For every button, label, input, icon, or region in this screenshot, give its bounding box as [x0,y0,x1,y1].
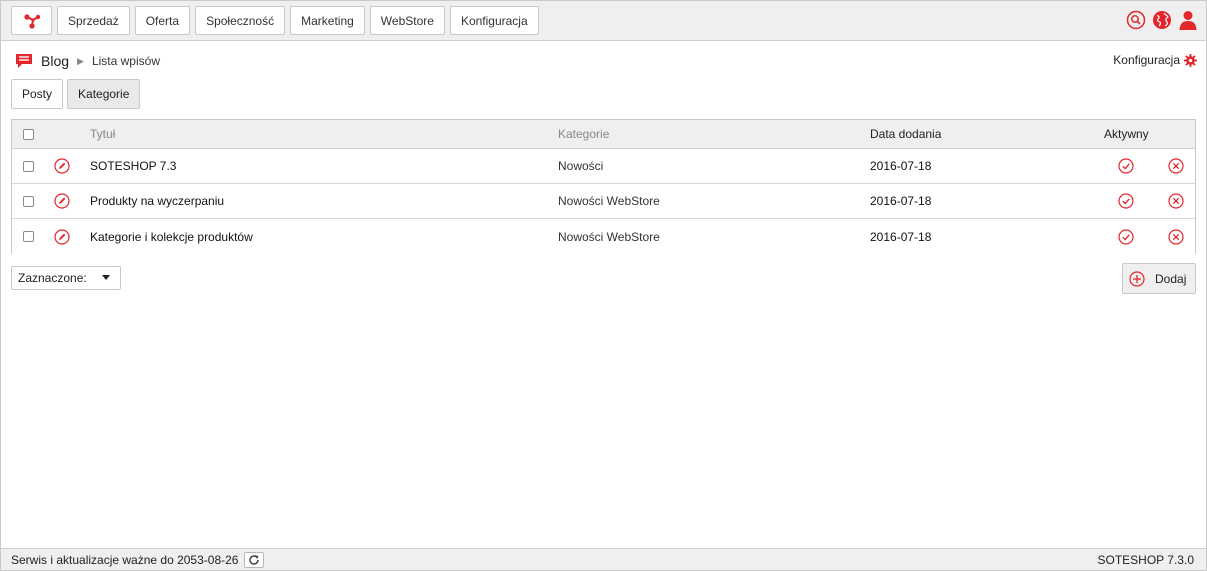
tab-kategorie[interactable]: Kategorie [67,79,141,109]
row-category: Nowości [558,159,604,173]
posts-table: Tytuł Kategorie Data dodania Aktywny SOT… [11,119,1196,254]
active-check-icon[interactable] [1118,184,1134,218]
row-checkbox[interactable] [23,231,34,242]
gear-icon [1184,53,1197,67]
view-tabs: Posty Kategorie [11,79,141,109]
app-frame [0,0,1207,571]
edit-icon[interactable] [54,184,70,218]
table-header: Tytuł Kategorie Data dodania Aktywny [12,120,1195,149]
version-label: SOTESHOP 7.3.0 [1097,553,1195,567]
row-date: 2016-07-18 [870,229,932,244]
caret-down-icon [102,275,110,280]
breadcrumb-separator-icon: ▶ [77,55,84,66]
row-title[interactable]: SOTESHOP 7.3 [90,149,176,183]
service-validity-text: Serwis i aktualizacje ważne do 2053-08-2… [11,553,239,567]
breadcrumb-blog-link[interactable]: Blog [41,53,69,69]
row-category: Nowości WebStore [558,229,660,244]
status-footer: Serwis i aktualizacje ważne do 2053-08-2… [1,548,1206,570]
tab-posty[interactable]: Posty [11,79,64,109]
config-link-label: Konfiguracja [1113,53,1180,67]
row-title[interactable]: Produkty na wyczerpaniu [90,184,224,218]
nav-item-spo-eczno-[interactable]: Społeczność [195,6,286,35]
table-row: Produkty na wyczerpaniu Nowości WebStore 2… [12,184,1195,219]
bulk-action-select-value: Zaznaczone: [18,271,87,285]
delete-icon[interactable] [1168,184,1184,218]
select-all-checkbox[interactable] [23,128,34,140]
breadcrumb-current: Lista wpisów [91,54,160,68]
table-row: SOTESHOP 7.3 Nowości 2016-07-18 [12,149,1195,184]
row-title[interactable]: Kategorie i kolekcje produktów [90,219,253,254]
refresh-icon [249,555,260,565]
blog-icon [16,54,32,68]
row-checkbox[interactable] [23,160,34,172]
breadcrumb: Blog ▶ Lista wpisów [15,52,160,70]
active-check-icon[interactable] [1118,149,1134,183]
home-logo-button[interactable] [11,6,52,35]
column-header-active: Aktywny [1104,127,1149,141]
nav-item-konfiguracja[interactable]: Konfiguracja [449,6,539,35]
nav-item-webstore[interactable]: WebStore [369,6,445,35]
delete-icon[interactable] [1168,219,1184,254]
row-date: 2016-07-18 [870,159,932,173]
top-right-icons [1126,10,1198,30]
nav-item-sprzeda-[interactable]: Sprzedaż [57,6,130,35]
nav-item-oferta[interactable]: Oferta [134,6,191,35]
table-row: Kategorie i kolekcje produktów Nowości We… [12,219,1195,254]
refresh-button[interactable] [244,552,265,568]
delete-icon[interactable] [1168,149,1184,183]
add-post-button[interactable]: Dodaj [1122,263,1196,294]
config-link[interactable]: Konfiguracja [1113,53,1197,67]
column-header-date[interactable]: Data dodania [870,120,941,148]
edit-icon[interactable] [54,149,70,183]
bulk-action-select[interactable]: Zaznaczone: [11,266,121,290]
row-category: Nowości WebStore [558,194,660,208]
edit-icon[interactable] [54,219,70,254]
main-menu: Sprzedaż Oferta Społeczność Marketing WebSto… [57,6,539,35]
top-navigation-bar: Sprzedaż Oferta Społeczność Marketing WebSto… [1,1,1206,41]
search-icon[interactable] [1126,10,1146,30]
active-check-icon[interactable] [1118,219,1134,254]
globe-icon[interactable] [1152,10,1172,30]
table-body: SOTESHOP 7.3 Nowości 2016-07-18 Produkty na… [12,149,1195,254]
row-date: 2016-07-18 [870,194,932,208]
user-icon[interactable] [1178,10,1198,30]
nav-item-marketing[interactable]: Marketing [290,6,365,35]
column-header-categories[interactable]: Kategorie [558,120,609,148]
soteshop-logo-icon [23,13,40,29]
row-checkbox[interactable] [23,195,34,207]
plus-circle-icon [1129,270,1145,287]
column-header-title[interactable]: Tytuł [90,120,115,148]
add-post-button-label: Dodaj [1155,271,1187,286]
